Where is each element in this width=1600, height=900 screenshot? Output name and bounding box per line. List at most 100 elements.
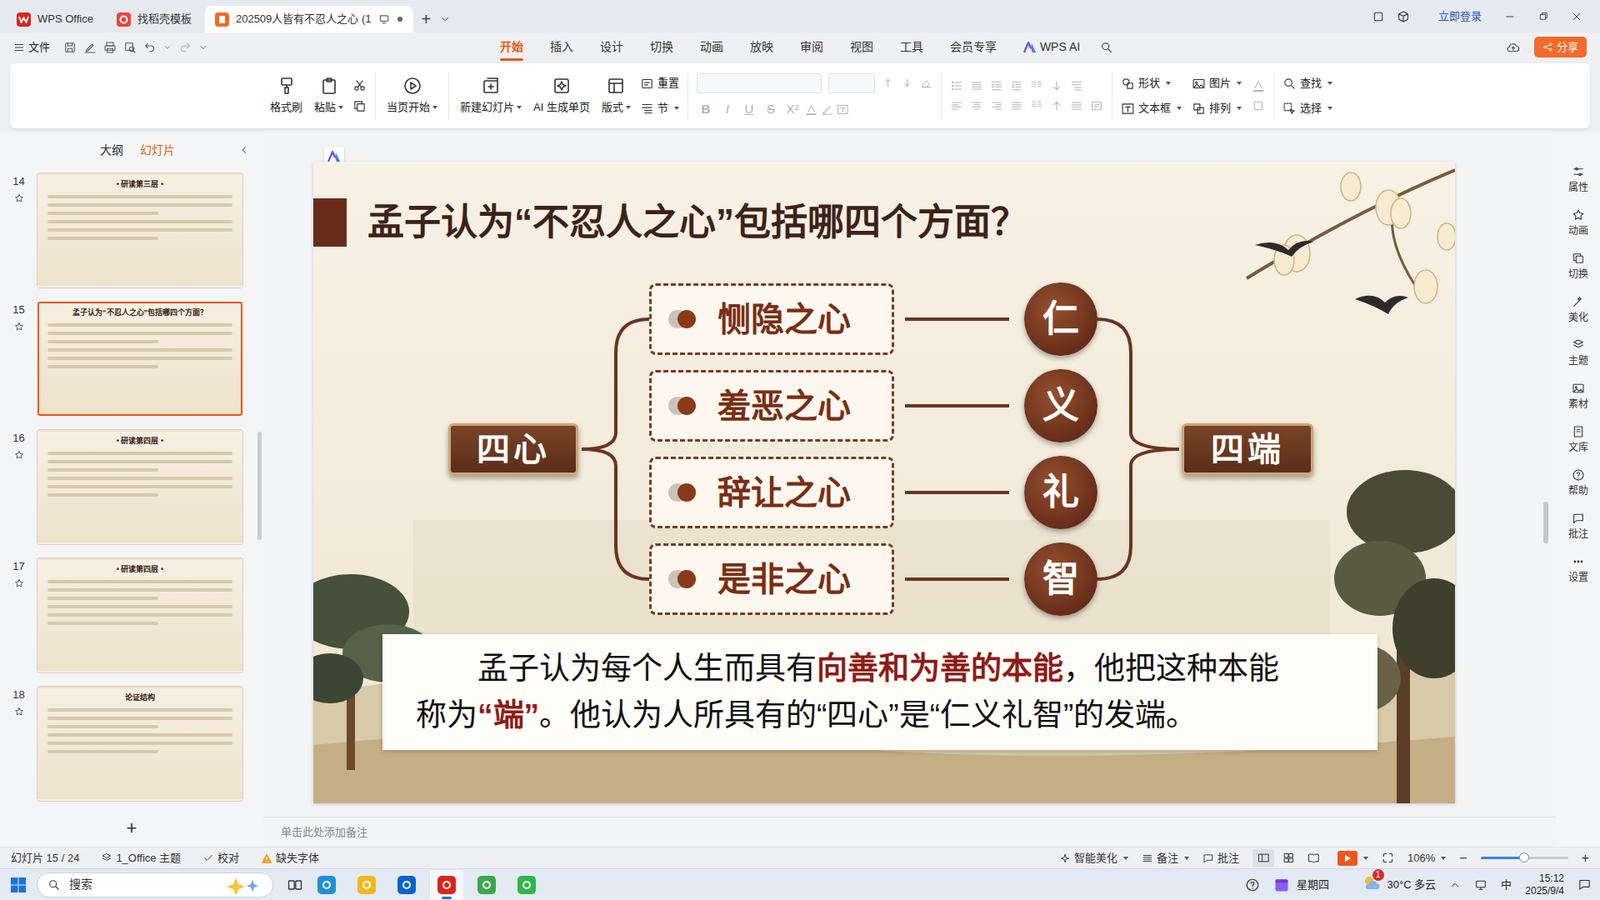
view-button[interactable] [1277,849,1300,868]
save-icon[interactable] [63,40,77,55]
grow-font-icon[interactable] [881,76,895,90]
view-button[interactable] [1252,849,1275,868]
columns-icon[interactable] [1070,99,1084,113]
distribute-icon[interactable] [1030,99,1044,113]
align-center-icon[interactable] [970,99,984,113]
format-button[interactable]: I [718,100,737,120]
slide-thumbnail[interactable]: 论证结构 [37,686,243,801]
paragraph-icon[interactable] [1070,79,1084,93]
task-pane-button[interactable]: 切换 [1568,251,1589,282]
task-pane-button[interactable]: 主题 [1568,338,1589,369]
ribbon-tab[interactable]: 开始 [486,33,537,61]
restore-icon[interactable] [1526,0,1560,33]
search-icon[interactable] [1100,40,1114,55]
show-hidden-icons-icon[interactable] [1449,879,1461,891]
taskbar-app[interactable] [390,870,424,900]
add-slide-button[interactable]: + [0,814,264,842]
ribbon-tab[interactable]: 视图 [836,33,887,61]
undo-menu-icon[interactable] [163,43,172,52]
quick-access-menu-icon[interactable] [198,42,209,53]
star-icon[interactable] [14,321,25,332]
ribbon-small-button[interactable]: 重置 [636,72,683,95]
task-pane-button[interactable]: 素材 [1568,381,1589,412]
heart-box[interactable]: 是非之心 [649,543,895,615]
ribbon-small-button[interactable]: 查找 [1279,72,1336,95]
align-right-icon[interactable] [990,99,1004,113]
panel-tab[interactable]: 幻灯片 [135,141,180,160]
weather-widget[interactable]: 130°C 多云 [1362,874,1437,896]
zoom-in-button[interactable]: + [1581,848,1590,869]
taskbar-app[interactable] [470,870,504,900]
highlight-icon[interactable] [820,103,834,116]
star-icon[interactable] [14,578,25,589]
new-tab-button[interactable]: + [416,10,437,28]
ribbon-small-button[interactable]: 文本框 [1117,97,1185,120]
virtue-circle[interactable]: 义 [1024,369,1098,443]
heart-box[interactable]: 辞让之心 [649,456,895,529]
four-hearts-box[interactable]: 四心 [448,423,579,475]
slide-title[interactable]: 孟子认为“不忍人之心”包括哪四个方面？ [367,200,1028,245]
print-icon[interactable] [103,40,117,55]
ribbon-small-button[interactable]: 排列 [1188,97,1245,120]
task-pane-button[interactable]: 帮助 [1568,468,1589,499]
ribbon-small-button[interactable]: 节 [636,97,683,120]
panel-tab[interactable]: 大纲 [95,141,129,160]
cut-icon[interactable] [352,78,367,93]
slide-thumbnail[interactable]: 孟子认为“不忍人之心”包括哪四个方面？ [37,301,243,416]
ribbon-tab[interactable]: 动画 [686,33,737,61]
format-button[interactable]: B [696,100,715,120]
ribbon-small-button[interactable]: 选择 [1279,97,1336,120]
heart-box[interactable]: 羞恶之心 [649,370,895,442]
numbering-icon[interactable] [970,79,984,93]
fit-window-icon[interactable] [1381,851,1395,865]
document-tab[interactable]: 找稻壳模板 [106,5,202,33]
caption-textbox[interactable]: 孟子认为每个人生而具有向善和为善的本能，他把这种本能称为“端”。他认为人所具有的… [382,634,1378,750]
increase-indent-icon[interactable] [1010,79,1024,93]
bullets-icon[interactable] [950,79,964,93]
spacing-icon[interactable] [1050,99,1064,113]
font-color-icon[interactable] [805,103,818,116]
ribbon-tab[interactable]: WPS AI [1010,33,1094,61]
edit-icon[interactable] [83,40,97,55]
task-pane-button[interactable]: 属性 [1568,165,1589,195]
task-view-icon[interactable] [286,876,304,894]
copy-icon[interactable] [352,99,367,114]
calendar-widget[interactable]: 星期四 [1273,876,1330,894]
notes-area[interactable]: 单击此处添加备注 [263,816,1556,847]
task-pane-button[interactable]: 批注 [1568,511,1589,542]
cloud-sync-icon[interactable] [1505,40,1521,55]
scroll-thumb[interactable] [1543,501,1549,544]
virtue-circle[interactable]: 智 [1024,542,1098,616]
taskbar-app[interactable] [350,870,384,900]
slide-canvas[interactable]: 孟子认为“不忍人之心”包括哪四个方面？四心恻隐之心仁羞恶之心义辞让之心礼是非之心… [313,161,1455,804]
format-button[interactable]: X² [783,100,802,120]
task-pane-button[interactable]: 动画 [1568,208,1589,239]
ribbon-button[interactable]: AI 生成单页 [527,63,596,129]
ribbon-small-button[interactable]: 图片 [1188,72,1245,95]
notifications-icon[interactable] [1577,877,1592,892]
slideshow-button[interactable] [1337,850,1369,866]
task-pane-button[interactable]: 文库 [1568,425,1589,455]
ribbon-tab[interactable]: 会员专享 [936,33,1010,61]
outline-icon[interactable] [1251,99,1265,113]
help-icon[interactable] [1245,877,1260,893]
font-size-field[interactable] [828,73,875,94]
missing-font-button[interactable]: 缺失字体 [260,850,320,867]
taskbar-app[interactable] [430,870,464,900]
workspace-scrollbar[interactable] [1542,131,1550,847]
document-tab[interactable]: WPS Office [6,5,104,33]
ribbon-tab[interactable]: 放映 [736,33,787,61]
ribbon-button[interactable]: 版式 [595,63,637,129]
decrease-indent-icon[interactable] [990,79,1004,93]
comments-button[interactable]: 批注 [1202,850,1240,867]
close-icon[interactable] [1560,0,1594,33]
task-pane-button[interactable]: 美化 [1568,295,1589,325]
star-icon[interactable] [14,193,25,204]
virtue-circle[interactable]: 仁 [1024,282,1098,356]
virtue-circle[interactable]: 礼 [1024,455,1098,530]
ribbon-tab[interactable]: 审阅 [786,33,837,61]
fill-icon[interactable] [1251,79,1265,93]
task-pane-button[interactable]: 设置 [1568,555,1589,585]
share-button[interactable]: 分享 [1534,36,1587,59]
file-menu[interactable]: 文件 [13,39,50,56]
